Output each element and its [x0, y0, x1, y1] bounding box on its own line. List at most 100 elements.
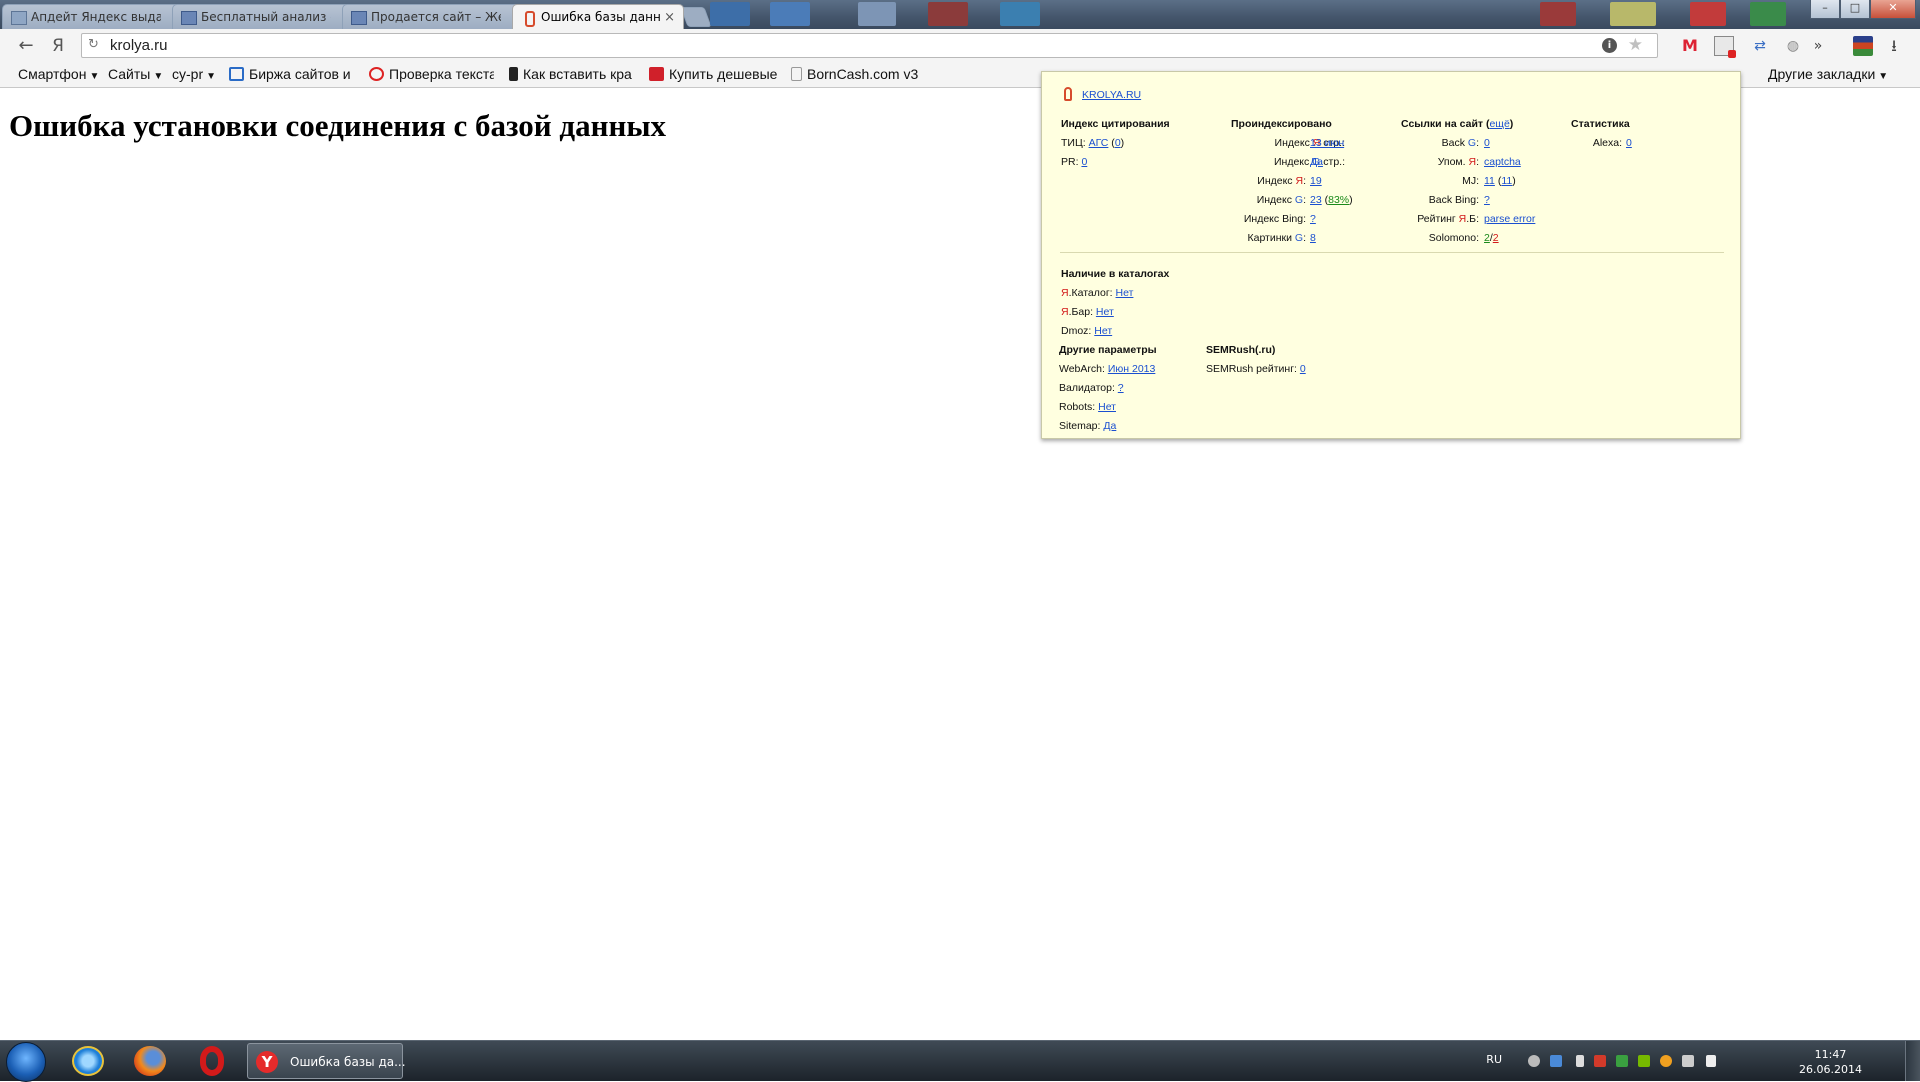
label-part: Рейтинг [1417, 213, 1459, 225]
info-icon[interactable]: i [1602, 38, 1617, 53]
ya-catalog-value[interactable]: Нет [1116, 287, 1134, 299]
webarch-value[interactable]: Июн 2013 [1108, 363, 1156, 375]
new-tab-button[interactable] [680, 7, 712, 27]
sitemap-value[interactable]: Да [1103, 420, 1116, 432]
clock-date: 26.06.2014 [1799, 1063, 1862, 1076]
bookmark-label: Другие закладки [1768, 66, 1876, 82]
tab-label: Ошибка базы данных [541, 10, 661, 24]
flag-extension-icon[interactable] [1853, 36, 1873, 56]
globe-icon[interactable]: ◍ [1783, 36, 1803, 56]
site-link[interactable]: KROLYA.RU [1082, 89, 1141, 101]
display-icon[interactable] [1682, 1055, 1694, 1067]
robots-value[interactable]: Нет [1098, 401, 1116, 413]
download-icon[interactable]: ⭳ [1884, 36, 1904, 56]
extensions-overflow-icon[interactable]: » [1808, 36, 1828, 56]
back-bing-value[interactable]: ? [1484, 194, 1490, 206]
ya-pages-value[interactable]: 13 июн [1310, 137, 1344, 149]
mj-value-2[interactable]: 11 [1501, 175, 1512, 187]
start-button[interactable] [6, 1042, 46, 1082]
bookmark-exchange[interactable]: Биржа сайтов и , [229, 66, 354, 82]
tab-1[interactable]: Апдейт Яндекс выдачи [2, 4, 180, 29]
ya-index-value[interactable]: 19 [1310, 175, 1322, 187]
pr-value[interactable]: 0 [1081, 156, 1087, 168]
solomono-value-b[interactable]: 2 [1493, 232, 1499, 244]
tab-active[interactable]: Ошибка базы данных × [512, 4, 684, 29]
close-window-button[interactable]: ✕ [1870, 0, 1916, 19]
show-desktop-button[interactable] [1905, 1041, 1920, 1081]
images-value[interactable]: 8 [1310, 232, 1316, 244]
label-part: Картинки [1247, 232, 1295, 244]
reload-icon[interactable]: ↻ [88, 37, 99, 52]
column-title-links: Ссылки на сайт (ещё) [1401, 117, 1513, 131]
label-part: : [1303, 194, 1306, 206]
network-icon[interactable] [1550, 1055, 1562, 1067]
label-part: .Бар: [1068, 306, 1093, 318]
alexa-value-cell: 0 [1626, 136, 1632, 150]
bookmark-borncash[interactable]: BornCash.com v3 [791, 66, 919, 82]
bing-index-value-cell: ? [1310, 212, 1316, 226]
g-index-value[interactable]: 23 [1310, 194, 1322, 206]
tab-3[interactable]: Продается сайт – Жен [342, 4, 520, 29]
tab-2[interactable]: Бесплатный анализ сайта [172, 4, 350, 29]
solomono-value-cell: 2/2 [1484, 232, 1499, 244]
volume-icon[interactable] [1706, 1055, 1716, 1067]
bookmark-folder-sites[interactable]: Сайты ▼ [108, 66, 163, 82]
opera-icon [200, 1046, 224, 1076]
update-icon[interactable] [1616, 1055, 1628, 1067]
back-button[interactable]: ← [14, 35, 38, 57]
semrush-value[interactable]: 0 [1300, 363, 1306, 375]
error-heading: Ошибка установки соединения с базой данн… [9, 108, 667, 143]
rds-bar-icon[interactable] [1714, 36, 1736, 58]
rating-value[interactable]: parse error [1484, 213, 1535, 225]
other-bookmarks[interactable]: Другие закладки ▼ [1768, 66, 1888, 82]
yandex-button[interactable]: Я [46, 35, 70, 57]
flag-icon[interactable] [1576, 1055, 1584, 1067]
taskbar-ie[interactable] [62, 1043, 116, 1079]
taskbar-yandex-browser[interactable]: Y Ошибка базы да... [247, 1043, 406, 1079]
label-part: Ссылки на сайт ( [1401, 118, 1490, 130]
close-tab-icon[interactable]: × [664, 10, 675, 25]
taskbar-firefox[interactable] [124, 1043, 178, 1079]
bing-index-value[interactable]: ? [1310, 213, 1316, 225]
ya-index-row: Индекс Я: [1162, 174, 1306, 188]
mj-row: MJ: [1342, 174, 1479, 188]
address-bar[interactable]: ↻ i ★ [81, 33, 1658, 58]
antivirus-icon[interactable] [1594, 1055, 1606, 1067]
clock[interactable]: 11:47 26.06.2014 [1799, 1047, 1862, 1077]
popup-site: KROLYA.RU [1082, 88, 1141, 102]
address-input[interactable] [110, 36, 1560, 55]
dmoz-value[interactable]: Нет [1094, 325, 1112, 337]
bookmark-star-icon[interactable]: ★ [1628, 35, 1643, 55]
validator-value[interactable]: ? [1118, 382, 1124, 394]
ya-bar-value[interactable]: Нет [1096, 306, 1114, 318]
maximize-button[interactable]: □ [1840, 0, 1870, 19]
app-tray-icon[interactable] [1660, 1055, 1672, 1067]
bookmark-how-to-insert[interactable]: Как вставить кра [509, 66, 634, 82]
solomono-value-a[interactable]: 2 [1484, 232, 1490, 244]
tic-value[interactable]: 0 [1115, 137, 1121, 149]
mj-value[interactable]: 11 [1484, 175, 1495, 187]
bookmark-buy-cheap[interactable]: Купить дешевые [649, 66, 777, 82]
language-indicator[interactable]: RU [1486, 1053, 1502, 1066]
bookmark-folder-cy-pr[interactable]: су-pr ▼ [172, 66, 216, 82]
column-title-stats: Статистика [1571, 118, 1630, 130]
tab-label: Апдейт Яндекс выдачи [31, 10, 161, 24]
g-pages-value-cell: Да [1310, 155, 1323, 169]
taskbar-opera[interactable] [186, 1043, 240, 1079]
gmail-icon[interactable]: M [1680, 36, 1700, 56]
alexa-value[interactable]: 0 [1626, 137, 1632, 149]
translate-icon[interactable]: ⇄ [1750, 36, 1770, 56]
minimize-button[interactable]: – [1810, 0, 1840, 19]
steam-icon[interactable] [1528, 1055, 1540, 1067]
g-pages-value[interactable]: Да [1310, 156, 1323, 168]
more-links-link[interactable]: ещё [1489, 118, 1509, 130]
page-icon [181, 11, 197, 25]
images-row: Картинки G: [1162, 231, 1306, 245]
bookmark-text-check[interactable]: Проверка текста [369, 66, 494, 82]
bing-label: Индекс Bing: [1243, 213, 1306, 225]
bookmark-folder-smartphone[interactable]: Смартфон ▼ [18, 66, 99, 82]
ags-link[interactable]: АГС [1089, 137, 1109, 149]
mentions-value[interactable]: captcha [1484, 156, 1521, 168]
nvidia-icon[interactable] [1638, 1055, 1650, 1067]
back-g-value[interactable]: 0 [1484, 137, 1490, 149]
